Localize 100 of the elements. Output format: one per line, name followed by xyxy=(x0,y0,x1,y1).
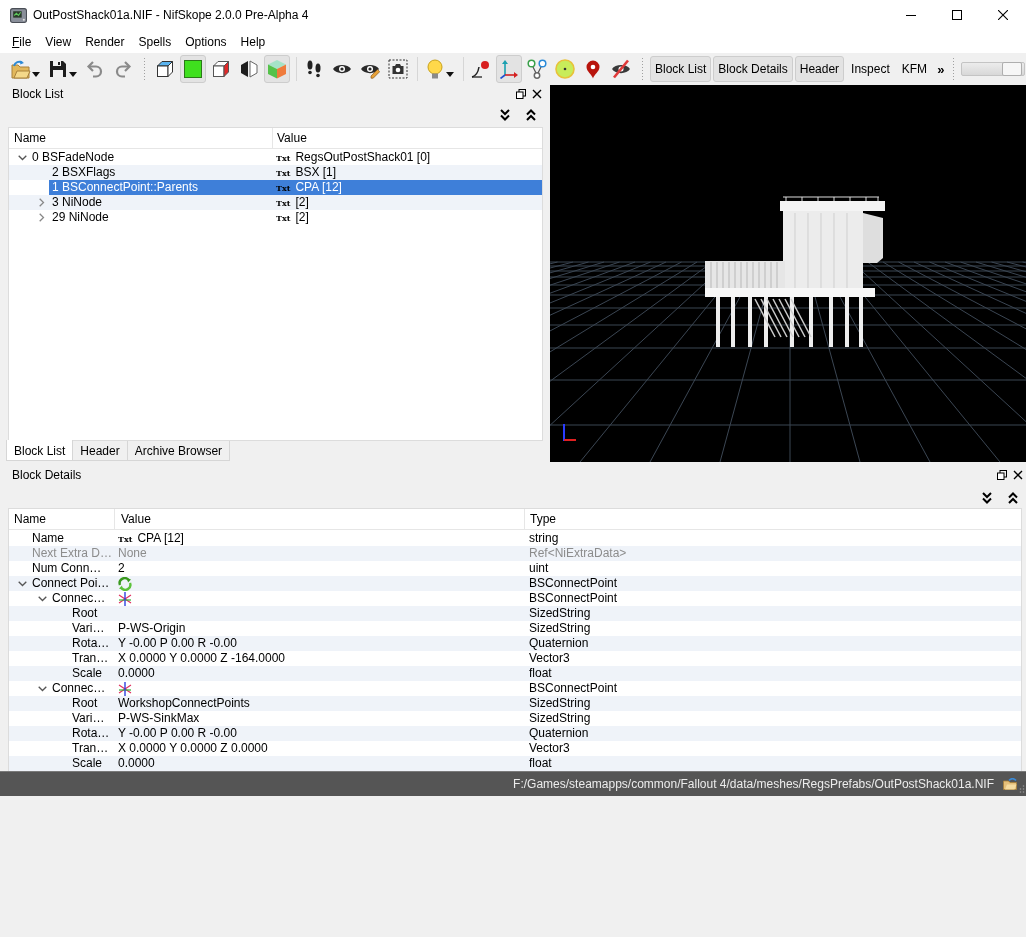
caret-down-icon xyxy=(69,71,77,77)
file-path: F:/Games/steamapps/common/Fallout 4/data/meshes/RegsPrefabs/OutPostShack01a.NIF xyxy=(513,777,994,791)
slider-thumb[interactable] xyxy=(1002,62,1023,76)
menu-item[interactable]: Help xyxy=(233,32,273,51)
toolbar-handle[interactable] xyxy=(143,57,147,81)
property-type: BSConnectPoint xyxy=(529,576,618,590)
light-bulb-icon xyxy=(425,59,445,79)
property-value: None xyxy=(118,546,147,561)
caret-down-icon xyxy=(446,71,454,77)
collapse-all-icon[interactable] xyxy=(1008,491,1018,504)
property-type: Ref<NiExtraData> xyxy=(529,546,627,560)
type-label: Txt xyxy=(276,152,291,163)
chevron-down-icon[interactable] xyxy=(17,580,27,587)
property-value: Y -0.00 P 0.00 R -0.00 xyxy=(118,636,237,651)
property-value: Y -0.00 P 0.00 R -0.00 xyxy=(118,726,237,741)
property-value: X 0.0000 Y 0.0000 Z -164.0000 xyxy=(118,651,286,666)
block-name: 1 BSConnectPoint::Parents xyxy=(52,180,199,195)
property-row[interactable]: Root WorkshopConnectPoints SizedString xyxy=(9,696,1021,711)
block-value: BSX [1] xyxy=(295,165,337,180)
tab[interactable]: Archive Browser xyxy=(127,441,231,461)
property-row[interactable]: Connect Poi… BSConnectPoint xyxy=(9,576,1021,591)
property-type: SizedString xyxy=(529,696,591,710)
property-type: Vector3 xyxy=(529,741,570,755)
menu-item[interactable]: View xyxy=(38,32,79,51)
property-row[interactable]: Root SizedString xyxy=(9,606,1021,621)
chevron-down-icon[interactable] xyxy=(37,685,47,692)
toolbar-handle[interactable] xyxy=(641,57,645,81)
menu-item[interactable]: Render xyxy=(78,32,132,51)
property-name: Vari… xyxy=(72,711,105,726)
block-name: 29 NiNode xyxy=(52,210,109,225)
property-row[interactable]: Scale 0.0000 float xyxy=(9,666,1021,681)
type-label: Txt xyxy=(276,212,291,223)
close-icon[interactable] xyxy=(1013,469,1023,480)
block-value: [2] xyxy=(295,210,309,225)
dock-toggle-button[interactable]: Header xyxy=(794,56,845,82)
float-icon[interactable] xyxy=(997,469,1007,480)
property-type: Quaternion xyxy=(529,636,589,650)
chevron-down-icon[interactable] xyxy=(17,154,27,161)
dock-toggle-button[interactable]: KFM xyxy=(896,56,933,82)
collapse-all-icon[interactable] xyxy=(526,108,536,121)
property-name: Tran… xyxy=(72,651,109,666)
shaded-cube-icon xyxy=(267,59,287,79)
tree-row[interactable]: 3 NiNode Txt [2] xyxy=(9,195,542,210)
axes-icon xyxy=(499,59,519,79)
folder-icon[interactable] xyxy=(1003,778,1017,790)
property-value: X 0.0000 Y 0.0000 Z 0.0000 xyxy=(118,741,268,756)
resize-grip-icon[interactable] xyxy=(1019,784,1025,794)
property-name: Root xyxy=(72,606,98,621)
property-name: Rota… xyxy=(72,636,110,651)
type-label: Txt xyxy=(276,182,291,193)
menu-item[interactable]: Spells xyxy=(131,32,179,51)
maximize-icon xyxy=(952,10,962,20)
close-icon[interactable] xyxy=(532,88,542,99)
chevron-right-icon[interactable] xyxy=(39,213,45,222)
expand-all-icon[interactable] xyxy=(500,108,510,121)
block-value: CPA [12] xyxy=(295,180,342,195)
dock-toggle-button[interactable]: Block Details xyxy=(713,56,793,82)
property-name: Next Extra D… xyxy=(32,546,112,561)
menu-item[interactable]: Options xyxy=(178,32,234,51)
axes-cross-icon xyxy=(118,681,132,696)
property-row[interactable]: Rota… Y -0.00 P 0.00 R -0.00 Quaternion xyxy=(9,726,1021,741)
tab[interactable]: Header xyxy=(73,441,128,461)
column-header[interactable]: Name xyxy=(9,509,115,529)
column-header[interactable]: Value xyxy=(115,509,525,529)
cube-face-icon xyxy=(211,59,231,79)
3d-viewport[interactable] xyxy=(550,85,1026,462)
menu-item[interactable]: File xyxy=(5,32,39,51)
axis-gizmo-icon xyxy=(563,423,577,442)
property-type: Vector3 xyxy=(529,651,570,665)
column-header[interactable]: Name xyxy=(9,128,273,148)
property-type: BSConnectPoint xyxy=(529,681,618,695)
block-name: 3 NiNode xyxy=(52,195,103,210)
overflow-button[interactable]: » xyxy=(934,61,948,77)
chevron-down-icon[interactable] xyxy=(37,595,47,602)
chevron-right-icon[interactable] xyxy=(39,198,45,207)
property-row[interactable]: Rota… Y -0.00 P 0.00 R -0.00 Quaternion xyxy=(9,636,1021,651)
app-icon xyxy=(10,6,27,24)
slider-track[interactable] xyxy=(961,62,1026,76)
mirror-icon xyxy=(239,59,259,79)
target-circle-icon xyxy=(555,59,575,79)
eye-crossed-icon xyxy=(611,59,631,79)
property-type: BSConnectPoint xyxy=(529,591,618,605)
tab[interactable]: Block List xyxy=(6,440,74,461)
block-name: 0 BSFadeNode xyxy=(32,150,115,165)
float-icon[interactable] xyxy=(516,88,526,99)
property-value: WorkshopConnectPoints xyxy=(118,696,250,711)
dock-toggle-button[interactable]: Inspect xyxy=(846,56,895,82)
property-name: Tran… xyxy=(72,741,109,756)
dock-toggle-button[interactable]: Block List xyxy=(650,56,712,82)
property-type: SizedString xyxy=(529,711,591,725)
property-value: 0.0000 xyxy=(118,756,155,771)
column-header[interactable]: Type xyxy=(525,509,1021,529)
shack-model-drawing[interactable] xyxy=(705,196,885,347)
axes-cross-icon xyxy=(118,591,132,606)
close-icon xyxy=(998,10,1008,20)
expand-all-icon[interactable] xyxy=(982,491,992,504)
column-header[interactable]: Value xyxy=(273,128,542,148)
property-name: Name xyxy=(32,531,64,546)
property-row[interactable]: Scale 0.0000 float xyxy=(9,756,1021,771)
tree-row[interactable]: 2 BSXFlags Txt BSX [1] xyxy=(9,165,542,180)
